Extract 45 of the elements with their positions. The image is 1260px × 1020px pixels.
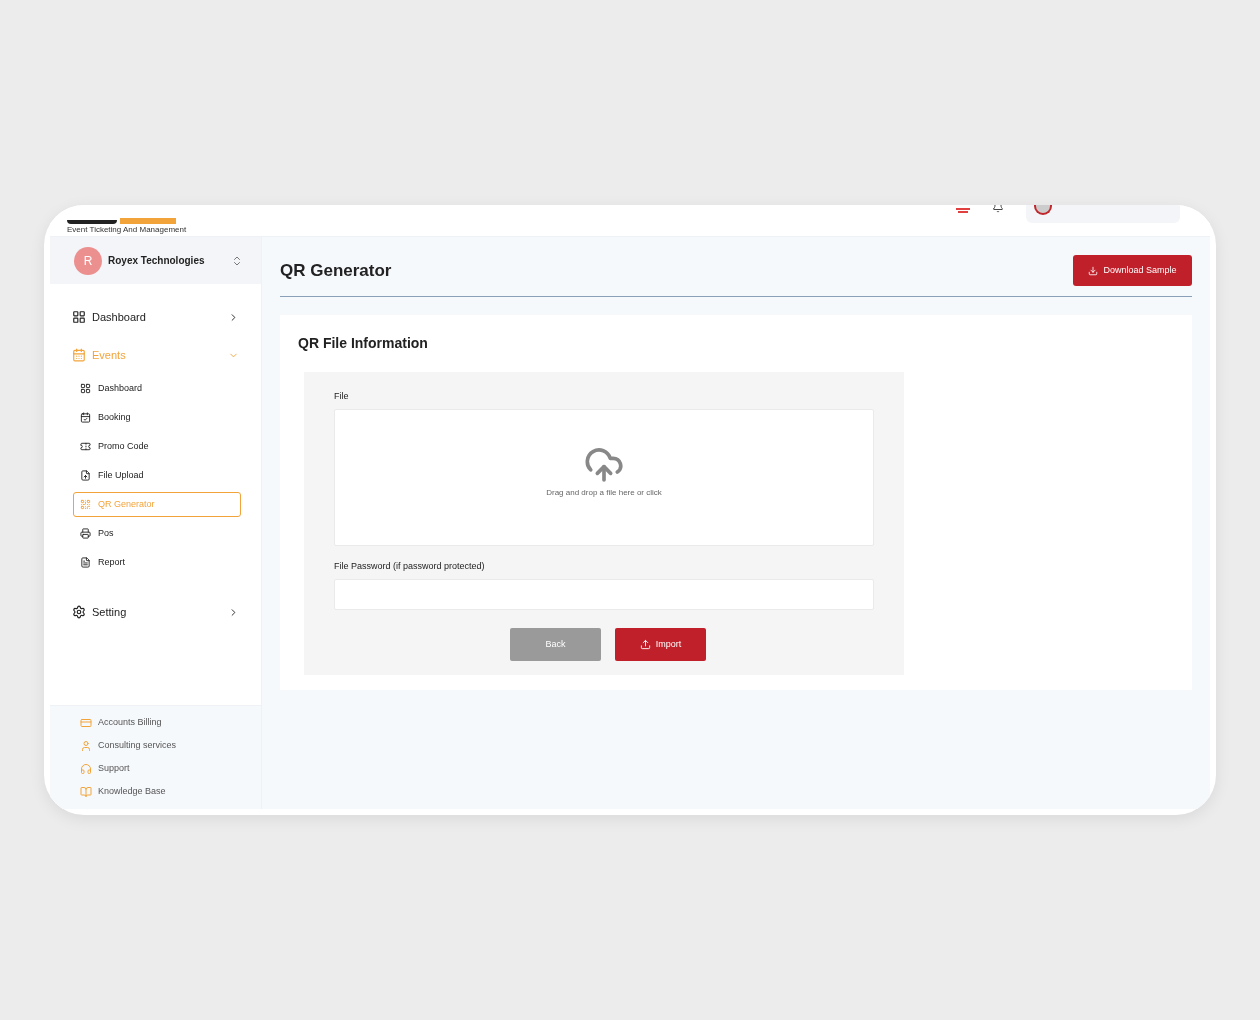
nav-item[interactable]: Dashboard <box>72 302 239 332</box>
headset-icon <box>80 763 92 775</box>
document-icon <box>80 557 91 568</box>
ticket-icon <box>80 441 91 452</box>
grid-icon <box>72 310 86 324</box>
submenu-item[interactable]: Dashboard <box>73 376 241 401</box>
printer-icon <box>80 528 91 539</box>
cloud-upload-icon <box>584 445 624 485</box>
user-menu[interactable] <box>1026 205 1180 223</box>
footer-link[interactable]: Support <box>80 761 261 777</box>
card-icon <box>80 717 92 729</box>
submenu-item[interactable]: Booking <box>73 405 241 430</box>
submenu-item[interactable]: Promo Code <box>73 434 241 459</box>
flag-icon[interactable] <box>956 208 970 215</box>
avatar-icon <box>1034 205 1052 215</box>
footer-link[interactable]: Consulting services <box>80 738 261 754</box>
qr-code-icon <box>80 499 91 510</box>
dropzone-hint: Drag and drop a file here or click <box>546 487 662 499</box>
org-name: Royex Technologies <box>108 254 206 268</box>
book-icon <box>80 786 92 798</box>
submenu-item[interactable]: Pos <box>73 521 241 546</box>
footer-link[interactable]: Knowledge Base <box>80 784 261 800</box>
field-label: File Password (if password protected) <box>334 559 486 573</box>
submenu-item[interactable]: File Upload <box>73 463 241 488</box>
download-sample-button[interactable]: Download Sample <box>1073 255 1192 286</box>
chevrons-icon <box>231 254 243 267</box>
file-dropzone[interactable]: Drag and drop a file here or click <box>334 408 874 546</box>
nav-item[interactable]: Setting <box>72 597 239 627</box>
submenu-item[interactable]: Report <box>73 550 241 575</box>
calendar-icon <box>72 348 86 362</box>
section-title: QR File Information <box>298 334 429 353</box>
logo-tagline: Event Ticketing And Management <box>67 225 187 234</box>
download-icon <box>1088 265 1099 276</box>
org-switcher[interactable]: R Royex Technologies <box>50 237 261 284</box>
user-icon <box>80 740 92 752</box>
settings-icon <box>72 605 86 619</box>
field-label: File <box>334 390 350 403</box>
file-upload-icon <box>80 470 91 481</box>
footer-link[interactable]: Accounts Billing <box>80 715 261 731</box>
calendar-check-icon <box>80 412 91 423</box>
grid-icon <box>80 383 91 394</box>
org-avatar: R <box>74 246 102 275</box>
import-button[interactable]: Import <box>615 628 706 661</box>
page-title: QR Generator <box>280 259 392 282</box>
upload-icon <box>639 639 651 650</box>
